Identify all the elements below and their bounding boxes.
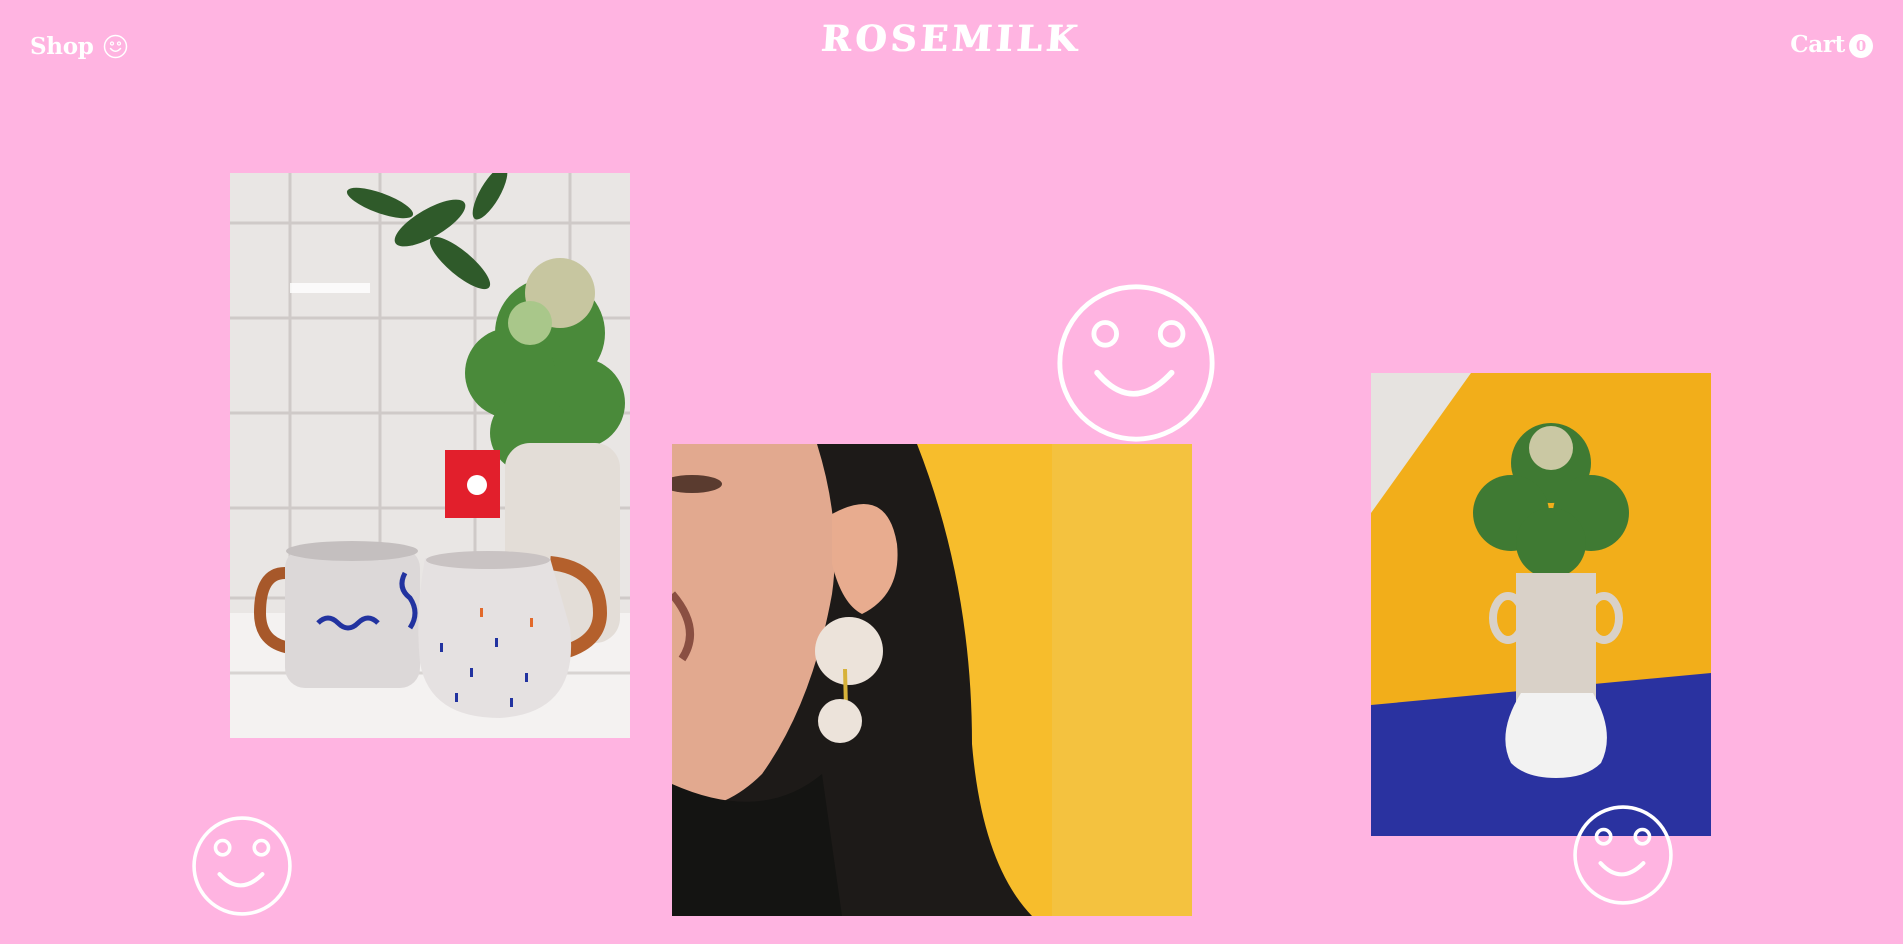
- cart-count-badge: 0: [1849, 34, 1873, 58]
- brand-name: ROSEMILK: [820, 18, 1083, 60]
- brand-logo[interactable]: ROSEMILK: [0, 18, 1903, 60]
- photo-ceramic-mugs[interactable]: [230, 173, 630, 738]
- page: Shop ROSEMILK Cart 0: [0, 0, 1903, 944]
- smiley-icon: [191, 815, 293, 917]
- photo-ceramic-earring[interactable]: [672, 444, 1192, 916]
- smiley-icon: [1055, 282, 1217, 444]
- smiley-icon: [1572, 804, 1674, 906]
- cart-label: Cart: [1790, 31, 1845, 58]
- photo-kale-vase[interactable]: [1371, 373, 1711, 836]
- cart-nav-link[interactable]: Cart 0: [1790, 31, 1873, 58]
